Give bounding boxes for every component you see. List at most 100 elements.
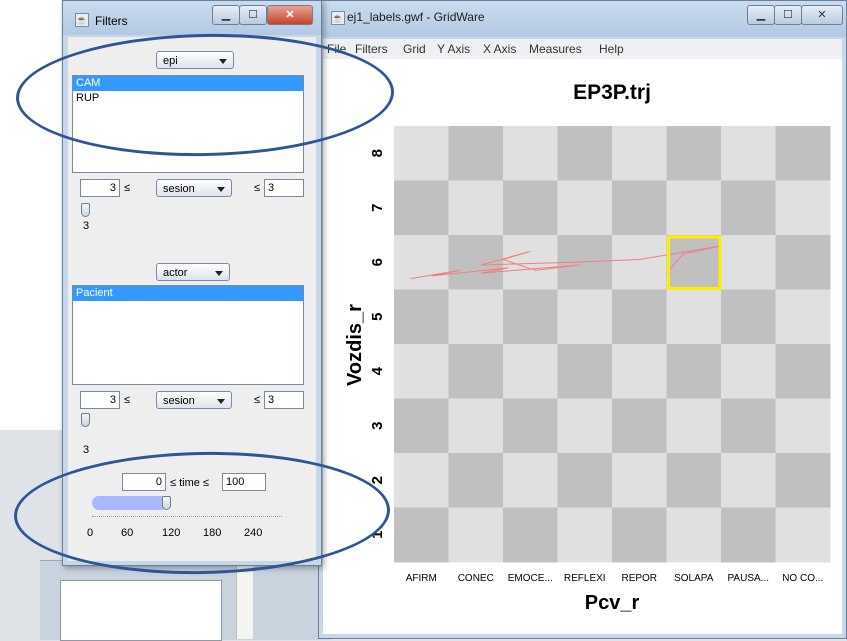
grid-cell	[448, 126, 504, 181]
y-axis-label: Vozdis_r	[344, 304, 366, 386]
actor-dropdown[interactable]: actor	[156, 263, 230, 281]
grid-cell	[503, 180, 558, 236]
filters-titlebar[interactable]: ☕ Filters ▁ ☐ ✕	[63, 1, 321, 35]
close-icon[interactable]: ✕	[267, 5, 313, 25]
grid-cell	[448, 344, 504, 399]
grid-cell	[666, 344, 722, 399]
grid-cell	[612, 235, 667, 290]
grid-cell	[721, 398, 776, 454]
grid-cell	[612, 289, 667, 345]
x-tick-label: REFLEXI	[564, 573, 606, 584]
grid-cell	[503, 453, 558, 508]
grid-cell	[775, 344, 831, 399]
grid-cell	[721, 126, 776, 181]
grid-cell	[557, 398, 613, 454]
session-max-field[interactable]: 3	[264, 391, 304, 409]
chevron-down-icon	[217, 399, 225, 404]
grid-cell	[666, 235, 722, 290]
java-app-icon: ☕	[75, 13, 89, 27]
filters-title: Filters	[95, 14, 128, 28]
grid-cell	[557, 344, 613, 399]
grid-cell	[503, 507, 558, 563]
x-tick-label: CONEC	[458, 573, 494, 584]
grid-cell	[448, 235, 504, 290]
grid-cell	[612, 507, 667, 563]
session-dropdown[interactable]: sesion	[156, 179, 232, 197]
grid-cell	[775, 180, 831, 236]
session-slider-thumb[interactable]	[81, 413, 90, 427]
grid-cell	[448, 398, 504, 454]
grid-cell	[721, 453, 776, 508]
grid-cell	[721, 235, 776, 290]
chevron-down-icon	[217, 187, 225, 192]
session-dropdown[interactable]: sesion	[156, 391, 232, 409]
grid-cell	[666, 126, 722, 181]
x-tick-label: EMOCE...	[508, 573, 553, 584]
grid-cell	[394, 235, 449, 290]
list-item[interactable]: Pacient	[73, 286, 303, 301]
grid-cell	[394, 126, 449, 181]
session-max-field[interactable]: 3	[264, 179, 304, 197]
grid-cell	[775, 507, 831, 563]
grid-cell	[612, 180, 667, 236]
grid-cell	[666, 398, 722, 454]
grid-cell	[503, 126, 558, 181]
leq-label: ≤	[254, 394, 261, 406]
grid-cell	[612, 398, 667, 454]
leq-label: ≤	[124, 394, 131, 406]
grid-cell	[394, 180, 449, 236]
session-slider-thumb[interactable]	[81, 203, 90, 217]
grid-cell	[394, 398, 449, 454]
grid-cell	[612, 126, 667, 181]
x-tick-label: REPOR	[621, 573, 657, 584]
session-slider-value: 3	[83, 444, 90, 456]
actor-dropdown-value: actor	[163, 267, 188, 279]
leq-label: ≤	[254, 182, 261, 194]
session-min-field[interactable]: 3	[80, 391, 120, 409]
grid-cell	[557, 453, 613, 508]
grid-cell	[394, 453, 449, 508]
session-min-field[interactable]: 3	[80, 179, 120, 197]
grid-cell	[666, 289, 722, 345]
grid-cell	[448, 180, 504, 236]
grid-cell	[666, 507, 722, 563]
grid-cell	[612, 453, 667, 508]
chevron-down-icon	[215, 271, 223, 276]
grid-cell	[448, 507, 504, 563]
grid-cell	[775, 453, 831, 508]
grid-cell	[557, 289, 613, 345]
grid-cell	[666, 180, 722, 236]
grid-cell	[394, 344, 449, 399]
maximize-icon[interactable]: ☐	[239, 5, 267, 25]
grid-cell	[394, 289, 449, 345]
minimize-icon[interactable]: ▁	[212, 5, 240, 25]
grid-cell	[557, 126, 613, 181]
grid-cell	[775, 126, 831, 181]
x-tick-label: SOLAPA	[674, 573, 714, 584]
x-tick-label: NO CO...	[782, 573, 823, 584]
actor-list[interactable]: Pacient	[72, 285, 304, 385]
grid-cell	[503, 289, 558, 345]
y-tick-label: 4	[369, 366, 386, 375]
grid-cell	[775, 235, 831, 290]
grid-cell	[503, 398, 558, 454]
grid-cell	[775, 398, 831, 454]
grid-cell	[503, 344, 558, 399]
x-tick-label: PAUSA...	[728, 573, 770, 584]
session-slider-value: 3	[83, 220, 90, 232]
leq-label: ≤	[124, 182, 131, 194]
grid-cell	[448, 289, 504, 345]
grid-cell	[721, 507, 776, 563]
grid-cell	[721, 289, 776, 345]
grid-cell	[394, 507, 449, 563]
grid-cell	[775, 289, 831, 345]
grid-cell	[666, 453, 722, 508]
grid-cell	[612, 344, 667, 399]
y-tick-label: 3	[369, 422, 386, 430]
grid-cell	[448, 453, 504, 508]
session-dropdown-value: sesion	[163, 395, 195, 407]
y-tick-label: 7	[369, 204, 386, 212]
chart-title: EP3P.trj	[573, 81, 651, 104]
x-axis-label: Pcv_r	[585, 592, 640, 614]
y-tick-label: 5	[369, 313, 386, 321]
